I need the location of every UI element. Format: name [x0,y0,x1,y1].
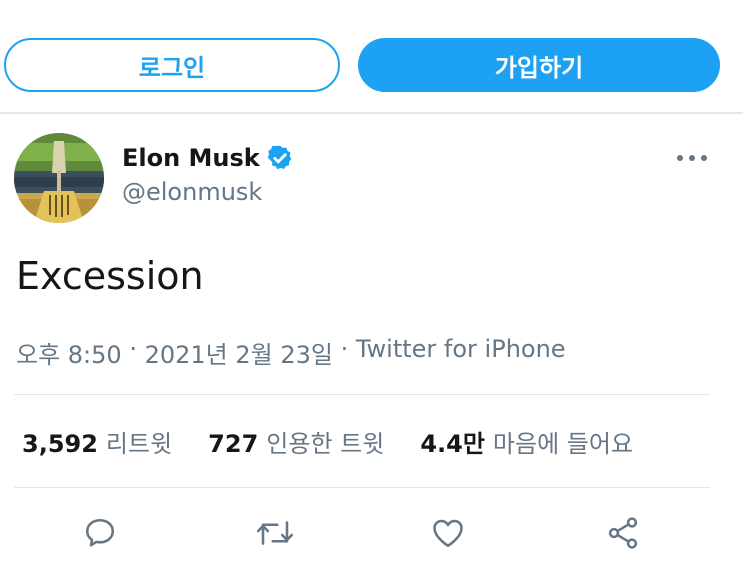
retweet-icon[interactable] [255,513,295,553]
meta-separator: · [121,335,145,363]
tweet-time[interactable]: 오후 8:50 [16,335,122,370]
tweet-meta: 오후 8:50 · 2021년 2월 23일 · Twitter for iPh… [16,335,566,370]
author-handle[interactable]: @elonmusk [122,178,262,206]
divider [14,487,710,488]
quotes-count: 727 [208,430,259,458]
more-icon[interactable] [672,146,712,170]
quotes-label: 인용한 트윗 [266,430,385,458]
likes-count: 4.4만 [420,430,485,458]
signup-button[interactable]: 가입하기 [358,38,720,92]
auth-bar: 로그인 가입하기 [0,0,743,114]
meta-separator: · [332,335,356,363]
retweets-count: 3,592 [22,430,98,458]
tweet-date[interactable]: 2021년 2월 23일 [145,335,333,370]
avatar[interactable] [14,133,104,223]
tweet-text: Excession [16,254,204,298]
likes-label: 마음에 들어요 [492,430,634,458]
like-icon[interactable] [428,513,468,553]
tweet-stats: 3,592 리트윗 727 인용한 트윗 4.4만 마음에 들어요 [22,424,669,459]
divider [14,394,710,395]
retweets-label: 리트윗 [105,430,173,458]
retweets-stat[interactable]: 3,592 리트윗 [22,424,172,459]
tweet-source[interactable]: Twitter for iPhone [356,335,566,370]
author-display-name[interactable]: Elon Musk [122,144,260,172]
author-name-row[interactable]: Elon Musk [122,140,294,176]
share-icon[interactable] [603,513,643,553]
quotes-stat[interactable]: 727 인용한 트윗 [208,424,384,459]
verified-badge-icon [266,144,294,172]
avatar-image [14,133,104,223]
reply-icon[interactable] [80,513,120,553]
login-button[interactable]: 로그인 [4,38,340,92]
likes-stat[interactable]: 4.4만 마음에 들어요 [420,424,633,459]
